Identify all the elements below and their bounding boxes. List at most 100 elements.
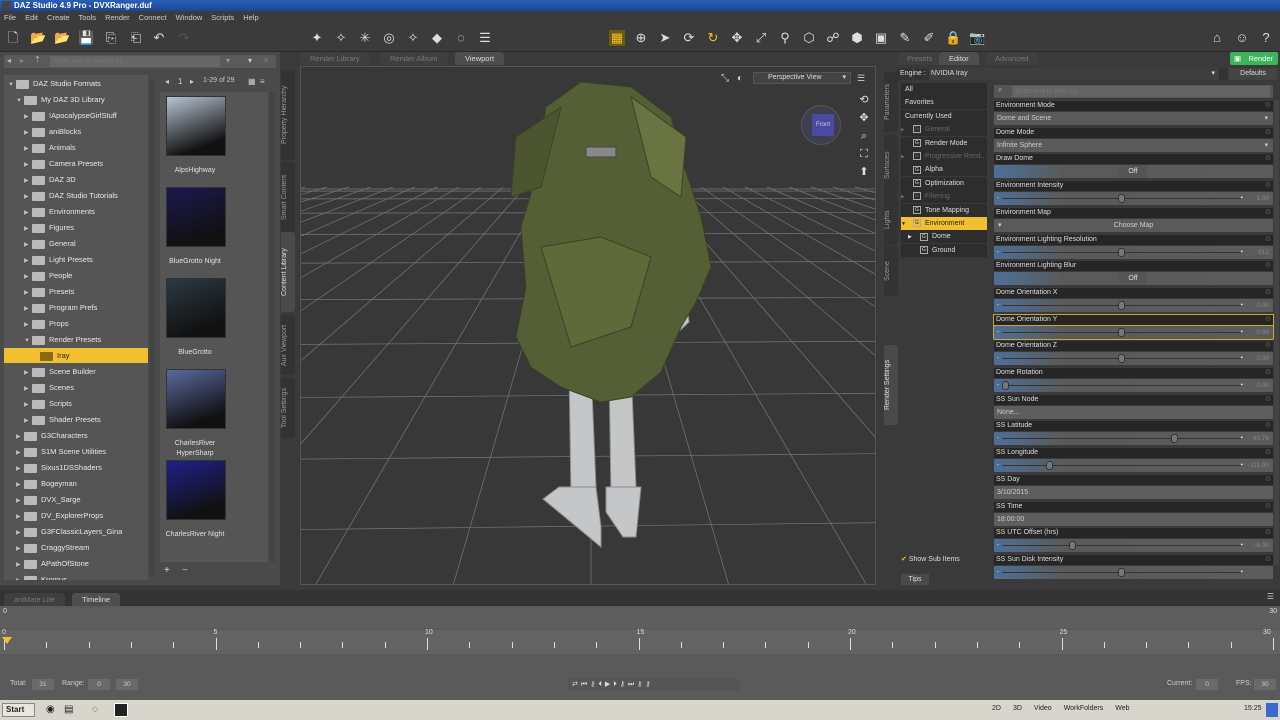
new-file-icon[interactable]: 🗋 — [5, 30, 21, 46]
expand-icon[interactable]: ▼ — [901, 218, 907, 231]
slider-knob[interactable] — [1002, 381, 1009, 390]
field-value[interactable]: 18:00:00 — [997, 516, 1024, 523]
side-tab[interactable]: Content Library — [281, 232, 295, 312]
render-settings-icon[interactable]: ✎ — [897, 30, 913, 46]
tab-render-album[interactable]: Render Album — [380, 52, 448, 65]
property-control[interactable]: - • — [994, 565, 1273, 579]
joint-editor-icon[interactable]: ⚲ — [777, 30, 793, 46]
app-launcher-icon[interactable]: ◌ — [92, 704, 98, 715]
property-control[interactable]: None... — [994, 405, 1273, 419]
next-key-icon[interactable]: ⚷ — [620, 681, 628, 688]
open-icon[interactable]: 📂 — [30, 30, 46, 46]
fps-field[interactable]: 30 — [1254, 679, 1276, 690]
slider-knob[interactable] — [1118, 354, 1125, 364]
gear-icon[interactable]: ⚙ — [1265, 288, 1271, 296]
expand-icon[interactable]: ▶ — [24, 382, 32, 397]
figure-setup-icon[interactable]: ☍ — [825, 30, 841, 46]
expand-icon[interactable]: ▶ — [24, 174, 32, 189]
expand-icon[interactable]: ▶ — [908, 231, 914, 244]
tree-item[interactable]: ▶ People — [4, 268, 148, 283]
menu-render[interactable]: Render — [105, 11, 130, 24]
decrement-icon[interactable]: - — [997, 352, 999, 365]
category-item[interactable]: G Alpha — [901, 163, 987, 177]
slider-knob[interactable] — [1118, 327, 1125, 337]
expand-icon[interactable]: ▶ — [901, 124, 907, 137]
expand-open-icon[interactable]: ▼ — [16, 94, 24, 109]
pan-icon[interactable]: ✥ — [857, 109, 871, 127]
search-input[interactable] — [50, 56, 220, 67]
taskbar-toolbar[interactable]: 3D — [1013, 705, 1022, 712]
side-tab[interactable]: Property Hierarchy — [281, 70, 295, 160]
create-linear-light-icon[interactable]: ✧ — [405, 30, 421, 46]
expand-icon[interactable]: ▶ — [24, 254, 32, 269]
category-item[interactable]: Currently Used — [901, 109, 987, 123]
menu-window[interactable]: Window — [176, 11, 203, 24]
decrement-icon[interactable]: - — [997, 299, 999, 312]
decrement-icon[interactable]: - — [997, 432, 999, 445]
gear-icon[interactable]: ⚙ — [1265, 502, 1271, 510]
tab-editor[interactable]: Editor — [939, 52, 979, 65]
slider-value[interactable]: -6.00 — [1254, 539, 1269, 552]
chrome-icon[interactable]: ◉ — [46, 704, 55, 715]
tree-item[interactable]: ▶ General — [4, 236, 148, 251]
gear-icon[interactable]: ⚙ — [1265, 154, 1271, 162]
tree-item[interactable]: ▶ CraggyStream — [4, 540, 148, 555]
properties-scrollbar[interactable] — [1274, 100, 1279, 565]
slider-value[interactable]: 0.00 — [1256, 379, 1269, 392]
timeline-menu-icon[interactable]: ☰ — [1267, 592, 1274, 601]
tab-viewport[interactable]: Viewport — [455, 52, 505, 65]
gear-icon[interactable]: ⚙ — [1265, 235, 1271, 243]
slider-knob[interactable] — [1171, 434, 1179, 444]
slider-knob[interactable] — [1046, 461, 1054, 471]
increment-icon[interactable]: • — [1241, 352, 1243, 365]
expand-icon[interactable]: ▶ — [24, 126, 32, 141]
slider-knob[interactable] — [1118, 567, 1125, 577]
gear-icon[interactable]: ⚙ — [1265, 528, 1271, 536]
reset-view-icon[interactable]: ⬆ — [857, 163, 871, 181]
increment-icon[interactable]: • — [1241, 459, 1243, 472]
tab-animate-lite[interactable]: aniMate Lite — [4, 593, 65, 606]
engine-select[interactable]: NVIDIA Iray ▾ — [929, 68, 1219, 80]
tree-item[interactable]: ▶ Scene Builder — [4, 364, 148, 379]
increment-icon[interactable]: • — [1241, 539, 1243, 552]
field-value[interactable]: 3/10/2015 — [997, 489, 1028, 496]
explorer-icon[interactable]: ▤ — [64, 704, 73, 715]
property-control[interactable]: Infinite Sphere ▾ — [994, 138, 1273, 152]
property-control[interactable]: Off — [994, 272, 1273, 286]
expand-icon[interactable]: ▶ — [24, 366, 32, 381]
active-pose-icon[interactable]: ↻ — [705, 30, 721, 46]
asset-thumbnail[interactable] — [166, 460, 226, 520]
tree-item[interactable]: Iray — [4, 348, 148, 363]
field-value[interactable]: None... — [997, 409, 1020, 416]
asset-thumbnail[interactable] — [166, 369, 226, 429]
universal-tool-icon[interactable]: ⊕ — [633, 30, 649, 46]
expand-icon[interactable]: ▶ — [24, 158, 32, 173]
list-view-icon[interactable]: ≡ — [260, 77, 265, 86]
spot-render-icon[interactable]: ▣ — [873, 30, 889, 46]
expand-icon[interactable]: ▶ — [16, 510, 24, 525]
draw-style-icon[interactable]: ◐ — [737, 73, 743, 84]
tree-item[interactable]: ▶ Presets — [4, 284, 148, 299]
start-button[interactable]: Start — [2, 703, 35, 717]
category-item[interactable]: ▶ G Dome — [901, 230, 987, 244]
tree-item[interactable]: ▶ Light Presets — [4, 252, 148, 267]
tree-item[interactable]: ▶ !ApocalypseGirlStuff — [4, 108, 148, 123]
create-spotlight-icon[interactable]: ✧ — [333, 30, 349, 46]
property-control[interactable]: - • 0.00 — [994, 352, 1273, 366]
range-end-field[interactable]: 30 — [116, 679, 138, 690]
side-tab[interactable]: Aux Viewport — [281, 315, 295, 375]
play-range-bar[interactable] — [0, 608, 1280, 628]
expand-icon[interactable]: ▶ — [24, 414, 32, 429]
slider-knob[interactable] — [1118, 194, 1125, 204]
slider-track[interactable] — [1002, 545, 1243, 547]
expand-icon[interactable]: ▶ — [24, 398, 32, 413]
tree-item[interactable]: ▶ Figures — [4, 220, 148, 235]
category-item[interactable]: ▶ G Progressive Rend... — [901, 150, 987, 163]
create-distantlight-icon[interactable]: ◎ — [381, 30, 397, 46]
slider-track[interactable] — [1002, 465, 1243, 467]
property-control[interactable]: - • 0.00 — [994, 298, 1273, 312]
slider-value[interactable]: 40.76 — [1253, 432, 1269, 445]
category-item[interactable]: ▶ G General — [901, 123, 987, 137]
expand-icon[interactable]: ▶ — [16, 526, 24, 541]
thumbs-scrollbar[interactable] — [270, 92, 275, 562]
